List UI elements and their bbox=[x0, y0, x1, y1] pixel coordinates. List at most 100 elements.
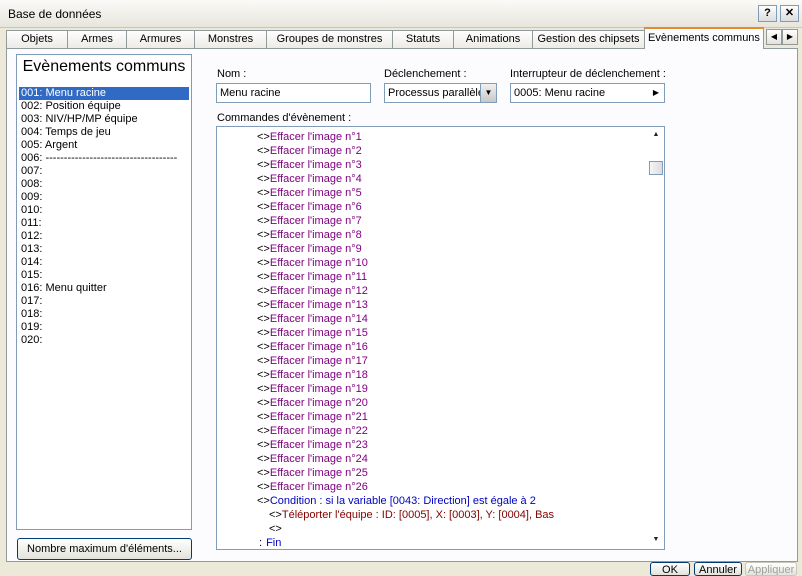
tab-armes[interactable]: Armes bbox=[67, 30, 127, 48]
command-row[interactable]: <>Effacer l'image n°8 bbox=[217, 228, 647, 242]
command-row[interactable]: <>Effacer l'image n°6 bbox=[217, 200, 647, 214]
tab-objets[interactable]: Objets bbox=[6, 30, 68, 48]
command-marker: <> bbox=[269, 523, 282, 535]
command-row[interactable]: <>Effacer l'image n°26 bbox=[217, 480, 647, 494]
command-row[interactable]: <>Effacer l'image n°20 bbox=[217, 396, 647, 410]
apply-button[interactable]: Appliquer bbox=[745, 562, 797, 576]
tab-animations[interactable]: Animations bbox=[453, 30, 533, 48]
list-item[interactable]: 001: Menu racine bbox=[19, 87, 189, 100]
command-text: Effacer l'image n°24 bbox=[269, 453, 368, 465]
trigger-label: Déclenchement : bbox=[384, 68, 467, 80]
list-item[interactable]: 010: bbox=[19, 204, 189, 217]
list-item[interactable]: 008: bbox=[19, 178, 189, 191]
command-marker: <> bbox=[257, 131, 270, 143]
title-bar: Base de données ? ✕ bbox=[0, 0, 802, 28]
command-row[interactable]: <>Effacer l'image n°2 bbox=[217, 144, 647, 158]
command-text: Effacer l'image n°20 bbox=[269, 397, 368, 409]
list-item[interactable]: 011: bbox=[19, 217, 189, 230]
vertical-scrollbar[interactable]: ▲ ▼ bbox=[648, 127, 664, 549]
list-item[interactable]: 012: bbox=[19, 230, 189, 243]
command-row[interactable]: <>Effacer l'image n°9 bbox=[217, 242, 647, 256]
command-row[interactable]: <>Effacer l'image n°23 bbox=[217, 438, 647, 452]
command-text: Effacer l'image n°15 bbox=[269, 327, 368, 339]
command-marker: <> bbox=[257, 285, 270, 297]
command-row[interactable]: <>Effacer l'image n°12 bbox=[217, 284, 647, 298]
command-row[interactable]: <>Effacer l'image n°25 bbox=[217, 466, 647, 480]
command-row[interactable]: <>Effacer l'image n°10 bbox=[217, 256, 647, 270]
command-row[interactable]: <>Effacer l'image n°5 bbox=[217, 186, 647, 200]
panel-title: Evènements communs bbox=[22, 58, 186, 75]
command-marker: <> bbox=[257, 215, 270, 227]
list-item[interactable]: 015: bbox=[19, 269, 189, 282]
trigger-dropdown[interactable]: Processus parallèle ▼ bbox=[384, 83, 497, 103]
list-item[interactable]: 006: -----------------------------------… bbox=[19, 152, 189, 165]
window-title: Base de données bbox=[8, 7, 102, 21]
scroll-thumb[interactable] bbox=[649, 161, 663, 175]
scroll-up-icon[interactable]: ▲ bbox=[650, 129, 662, 141]
command-row[interactable]: <>Effacer l'image n°3 bbox=[217, 158, 647, 172]
command-marker: <> bbox=[257, 383, 270, 395]
command-marker: <> bbox=[257, 369, 270, 381]
list-item[interactable]: 018: bbox=[19, 308, 189, 321]
list-item[interactable]: 005: Argent bbox=[19, 139, 189, 152]
command-text: Effacer l'image n°11 bbox=[269, 271, 368, 283]
tab-armures[interactable]: Armures bbox=[126, 30, 195, 48]
list-item[interactable]: 016: Menu quitter bbox=[19, 282, 189, 295]
command-row[interactable]: <>Effacer l'image n°24 bbox=[217, 452, 647, 466]
command-row[interactable]: <>Effacer l'image n°21 bbox=[217, 410, 647, 424]
tab-gestion-des-chipsets[interactable]: Gestion des chipsets bbox=[532, 30, 645, 48]
command-marker: : bbox=[259, 537, 263, 549]
list-item[interactable]: 013: bbox=[19, 243, 189, 256]
command-marker: <> bbox=[257, 145, 270, 157]
chevron-down-icon[interactable]: ▼ bbox=[480, 84, 496, 102]
list-item[interactable]: 002: Position équipe bbox=[19, 100, 189, 113]
help-button[interactable]: ? bbox=[758, 5, 777, 22]
command-text: Condition : si la variable [0043: Direct… bbox=[269, 495, 536, 507]
switch-field[interactable]: 0005: Menu racine ▶ bbox=[510, 83, 665, 103]
tab-scroll-right-icon[interactable]: ▶ bbox=[782, 29, 798, 45]
command-text: Effacer l'image n°14 bbox=[269, 313, 368, 325]
command-row[interactable]: <>Effacer l'image n°4 bbox=[217, 172, 647, 186]
name-field[interactable]: Menu racine bbox=[216, 83, 371, 103]
command-row[interactable]: <> bbox=[217, 522, 647, 536]
command-row[interactable]: <>Effacer l'image n°13 bbox=[217, 298, 647, 312]
command-row[interactable]: <>Condition : si la variable [0043: Dire… bbox=[217, 494, 647, 508]
scroll-down-icon[interactable]: ▼ bbox=[650, 534, 662, 546]
command-row[interactable]: <>Effacer l'image n°11 bbox=[217, 270, 647, 284]
tab-scroll-left-icon[interactable]: ◀ bbox=[766, 29, 782, 45]
list-item[interactable]: 009: bbox=[19, 191, 189, 204]
command-marker: <> bbox=[257, 299, 270, 311]
tab-statuts[interactable]: Statuts bbox=[392, 30, 454, 48]
chevron-right-icon[interactable]: ▶ bbox=[648, 84, 664, 102]
command-row[interactable]: <>Téléporter l'équipe : ID: [0005], X: [… bbox=[217, 508, 647, 522]
command-row[interactable]: <>Effacer l'image n°14 bbox=[217, 312, 647, 326]
command-row[interactable]: <>Effacer l'image n°16 bbox=[217, 340, 647, 354]
list-item[interactable]: 017: bbox=[19, 295, 189, 308]
list-item[interactable]: 014: bbox=[19, 256, 189, 269]
list-item[interactable]: 004: Temps de jeu bbox=[19, 126, 189, 139]
ok-button[interactable]: OK bbox=[650, 562, 690, 576]
list-item[interactable]: 007: bbox=[19, 165, 189, 178]
list-item[interactable]: 003: NIV/HP/MP équipe bbox=[19, 113, 189, 126]
command-row[interactable]: <>Effacer l'image n°1 bbox=[217, 130, 647, 144]
command-row[interactable]: <>Effacer l'image n°19 bbox=[217, 382, 647, 396]
command-row[interactable]: <>Effacer l'image n°18 bbox=[217, 368, 647, 382]
command-row[interactable]: <>Effacer l'image n°15 bbox=[217, 326, 647, 340]
command-row[interactable]: : Fin bbox=[217, 536, 647, 549]
command-row[interactable]: <>Effacer l'image n°17 bbox=[217, 354, 647, 368]
list-item[interactable]: 020: bbox=[19, 334, 189, 347]
tab-groupes-de-monstres[interactable]: Groupes de monstres bbox=[266, 30, 393, 48]
command-text: Effacer l'image n°10 bbox=[269, 257, 368, 269]
cancel-button[interactable]: Annuler bbox=[694, 562, 742, 576]
event-commands-list[interactable]: <>Effacer l'image n°1 <>Effacer l'image n… bbox=[216, 126, 665, 550]
tab-evenements-communs[interactable]: Evènements communs bbox=[644, 27, 764, 49]
max-elements-button[interactable]: Nombre maximum d'éléments... bbox=[17, 538, 192, 560]
tab-strip: Objets Armes Armures Monstres Groupes de… bbox=[0, 27, 802, 49]
command-row[interactable]: <>Effacer l'image n°7 bbox=[217, 214, 647, 228]
close-button[interactable]: ✕ bbox=[780, 5, 799, 22]
command-text: Effacer l'image n°3 bbox=[269, 159, 362, 171]
list-item[interactable]: 019: bbox=[19, 321, 189, 334]
command-marker: <> bbox=[257, 243, 270, 255]
tab-monstres[interactable]: Monstres bbox=[194, 30, 267, 48]
command-row[interactable]: <>Effacer l'image n°22 bbox=[217, 424, 647, 438]
